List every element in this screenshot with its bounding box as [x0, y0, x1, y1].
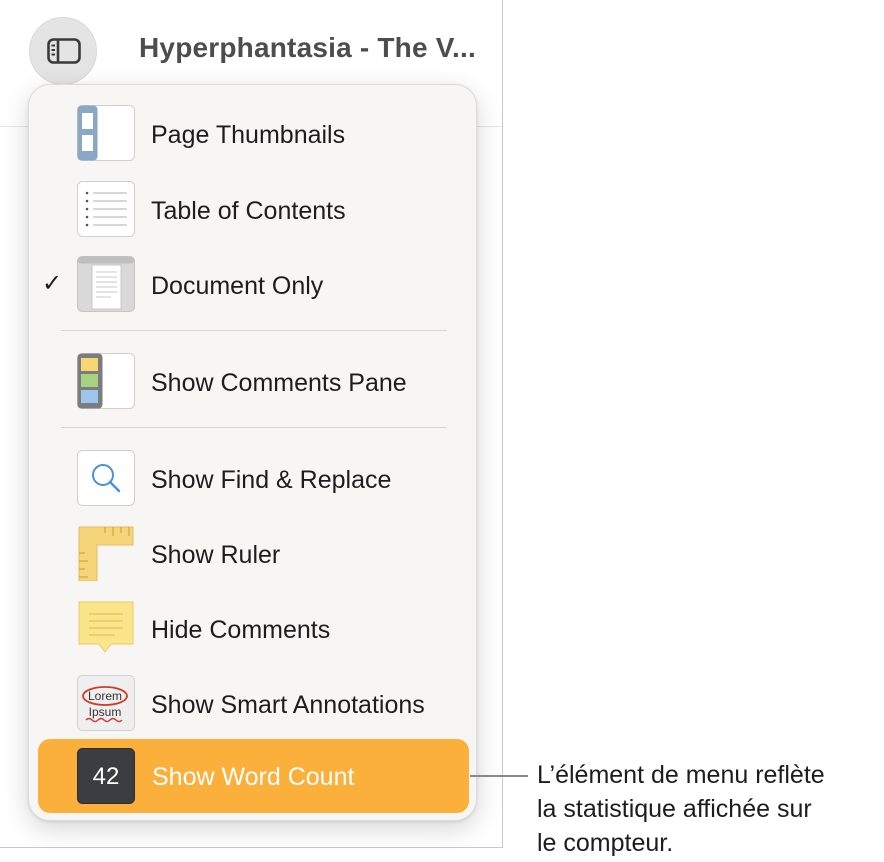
- callout-text: L’élément de menu reflète la statistique…: [537, 758, 825, 860]
- annotation-icon-word-1: Lorem: [88, 689, 122, 703]
- menu-item-label: Page Thumbnails: [151, 121, 346, 149]
- sidebar-icon: [47, 38, 81, 64]
- menu-item-label: Show Word Count: [152, 763, 355, 791]
- page-thumbnails-icon: [77, 105, 135, 161]
- menu-item-show-comments-pane[interactable]: Show Comments Pane: [37, 347, 468, 415]
- menu-item-label: Show Smart Annotations: [151, 691, 425, 719]
- word-count-badge: 42: [93, 763, 120, 790]
- checkmark-icon: ✓: [42, 270, 63, 297]
- menu-item-table-of-contents[interactable]: Table of Contents: [37, 175, 468, 243]
- menu-item-hide-comments[interactable]: Hide Comments: [37, 594, 468, 662]
- view-menu: Page Thumbnails Table of Contents ✓ Docu…: [28, 84, 477, 821]
- menu-item-label: Document Only: [151, 272, 324, 300]
- document-title: Hyperphantasia - The V...: [139, 32, 476, 63]
- callout-line-1: L’élément de menu reflète: [537, 761, 825, 789]
- magnifier-icon: [77, 450, 135, 506]
- view-menu-button[interactable]: [29, 17, 97, 85]
- menu-item-page-thumbnails[interactable]: Page Thumbnails: [37, 99, 468, 167]
- menu-item-show-smart-annotations[interactable]: Lorem Ipsum Show Smart Annotations: [37, 669, 468, 737]
- menu-item-show-word-count[interactable]: 42 Show Word Count: [38, 739, 469, 813]
- annotation-icon-word-2: Ipsum: [89, 705, 122, 719]
- menu-item-label: Show Find & Replace: [151, 466, 392, 494]
- menu-separator: [61, 330, 447, 331]
- ruler-icon: [77, 525, 135, 582]
- menu-separator: [61, 427, 447, 428]
- menu-item-label: Hide Comments: [151, 616, 331, 644]
- table-of-contents-icon: [77, 181, 135, 237]
- smart-annotations-icon: Lorem Ipsum: [77, 675, 135, 731]
- comment-note-icon: [77, 600, 135, 656]
- menu-item-document-only[interactable]: ✓ Document Only: [37, 250, 468, 318]
- document-only-icon: [77, 256, 135, 312]
- menu-item-label: Show Comments Pane: [151, 369, 407, 397]
- menu-item-label: Show Ruler: [151, 541, 281, 569]
- menu-item-show-ruler[interactable]: Show Ruler: [37, 519, 468, 587]
- menu-item-label: Table of Contents: [151, 197, 346, 225]
- callout-line-2: la statistique affichée sur: [537, 795, 812, 823]
- menu-item-show-find-replace[interactable]: Show Find & Replace: [37, 444, 468, 512]
- callout-line-3: le compteur.: [537, 829, 674, 857]
- word-count-icon: 42: [77, 748, 135, 804]
- callout-leader-line: [470, 775, 528, 777]
- comments-pane-icon: [77, 353, 135, 409]
